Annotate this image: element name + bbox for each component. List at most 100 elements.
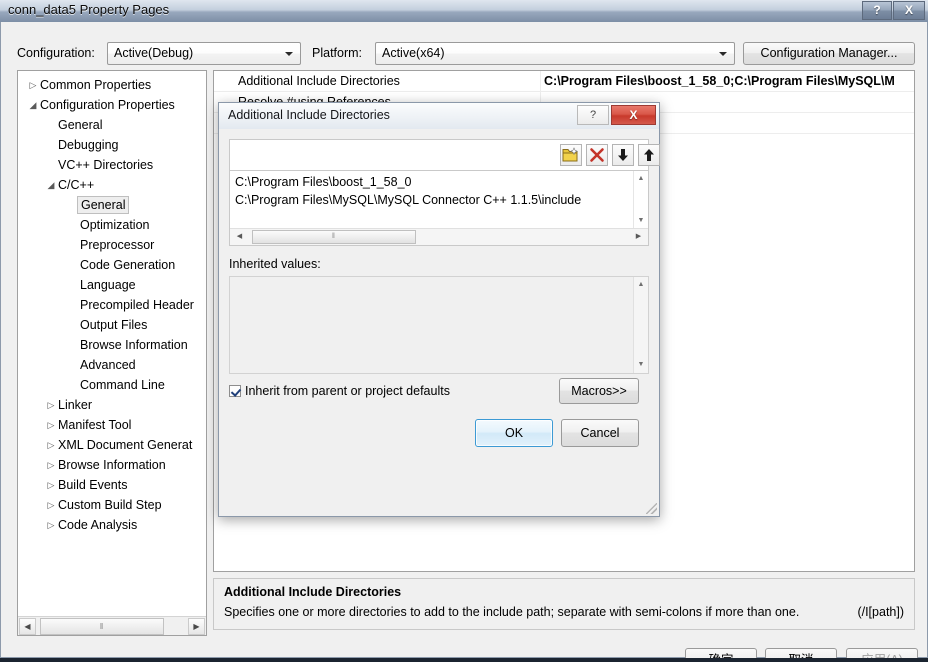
list-item[interactable]: C:\Program Files\boost_1_58_0 — [235, 175, 411, 189]
dialog-body: C:\Program Files\boost_1_58_0 C:\Program… — [219, 129, 660, 516]
scrollbar-thumb[interactable]: ‖ — [252, 230, 416, 244]
tree-item-language[interactable]: Language — [18, 275, 204, 295]
configuration-manager-button[interactable]: Configuration Manager... — [743, 42, 915, 65]
tree-item-label: Precompiled Header — [80, 298, 194, 312]
tree-item-linker[interactable]: ▷ Linker — [18, 395, 204, 415]
list-item[interactable]: C:\Program Files\MySQL\MySQL Connector C… — [235, 193, 581, 207]
grid-column-divider — [540, 71, 541, 92]
scroll-down-icon[interactable]: ▼ — [634, 214, 648, 228]
inherited-values-list: ▲ ▼ — [229, 276, 649, 374]
scroll-left-icon[interactable]: ◀ — [19, 618, 36, 635]
tree-item-manifest-tool[interactable]: ▷ Manifest Tool — [18, 415, 204, 435]
include-directories-list[interactable]: C:\Program Files\boost_1_58_0 C:\Program… — [229, 170, 649, 246]
tree-item-custom-build-step[interactable]: ▷ Custom Build Step — [18, 495, 204, 515]
window-titlebar: conn_data5 Property Pages ? X — [0, 0, 928, 22]
tree-item-output-files[interactable]: Output Files — [18, 315, 204, 335]
tree-item-general[interactable]: General — [18, 195, 204, 215]
help-icon[interactable]: ? — [862, 1, 892, 20]
tree-item-common-properties[interactable]: ▷ Common Properties — [18, 75, 204, 95]
list-horizontal-scrollbar[interactable]: ◀ ‖ ▶ — [230, 228, 648, 245]
macros-button[interactable]: Macros>> — [559, 378, 639, 404]
arrow-down-icon[interactable] — [612, 144, 634, 166]
tree-item-label: Command Line — [80, 378, 165, 392]
tree-item-label: Build Events — [58, 478, 128, 492]
scroll-down-icon[interactable]: ▼ — [634, 358, 648, 372]
tree-item-label: Debugging — [58, 138, 119, 152]
resize-grip[interactable] — [646, 503, 657, 514]
scroll-right-icon[interactable]: ▶ — [188, 618, 205, 635]
platform-value: Active(x64) — [382, 46, 445, 60]
platform-dropdown[interactable]: Active(x64) — [375, 42, 735, 65]
tree-item-label: Optimization — [80, 218, 150, 232]
new-folder-icon[interactable] — [560, 144, 582, 166]
scroll-up-icon[interactable]: ▲ — [634, 172, 648, 186]
tree-item-advanced[interactable]: Advanced — [18, 355, 204, 375]
description-title: Additional Include Directories — [224, 585, 402, 599]
tree-item-label: Configuration Properties — [40, 98, 175, 112]
dialog-help-icon[interactable]: ? — [577, 105, 609, 125]
grid-row-value[interactable]: C:\Program Files\boost_1_58_0;C:\Program… — [544, 74, 914, 88]
tree-item-configuration-properties[interactable]: ◢ Configuration Properties — [18, 95, 204, 115]
chevron-right-icon[interactable]: ▷ — [45, 395, 57, 415]
tree-item-debugging[interactable]: Debugging — [18, 135, 204, 155]
tree-item-precompiled-header[interactable]: Precompiled Header — [18, 295, 204, 315]
tree-item-build-events[interactable]: ▷ Build Events — [18, 475, 204, 495]
close-icon[interactable]: X — [893, 1, 925, 20]
inherited-values-label: Inherited values: — [229, 257, 321, 271]
tree-item-c-c[interactable]: ◢ C/C++ — [18, 175, 204, 195]
tree-item-code-generation[interactable]: Code Generation — [18, 255, 204, 275]
chevron-right-icon[interactable]: ▷ — [45, 495, 57, 515]
tree-item-label: Browse Information — [80, 338, 188, 352]
chevron-down-icon — [285, 52, 293, 56]
chevron-right-icon[interactable]: ▷ — [45, 415, 57, 435]
tree-item-label: Custom Build Step — [58, 498, 162, 512]
tree-item-vc-directories[interactable]: VC++ Directories — [18, 155, 204, 175]
chevron-down-icon[interactable]: ◢ — [27, 95, 39, 115]
chevron-right-icon[interactable]: ▷ — [27, 75, 39, 95]
tree-item-label: General — [77, 196, 130, 214]
tree-item-general[interactable]: General — [18, 115, 204, 135]
properties-tree-panel: ▷ Common Properties ◢ Configuration Propert… — [17, 70, 207, 636]
inherit-defaults-checkbox[interactable]: Inherit from parent or project defaults — [229, 384, 450, 398]
chevron-right-icon[interactable]: ▷ — [45, 515, 57, 535]
tree-item-label: Common Properties — [40, 78, 152, 92]
chevron-right-icon[interactable]: ▷ — [45, 435, 57, 455]
tree-item-xml-document-generat[interactable]: ▷ XML Document Generat — [18, 435, 204, 455]
tree-item-preprocessor[interactable]: Preprocessor — [18, 235, 204, 255]
dialog-toolbar — [229, 139, 660, 171]
tree-item-label: Advanced — [80, 358, 136, 372]
tree-item-label: General — [58, 118, 103, 132]
dialog-cancel-button[interactable]: Cancel — [561, 419, 639, 447]
desktop-taskbar — [0, 658, 928, 662]
configuration-dropdown[interactable]: Active(Debug) — [107, 42, 301, 65]
list-vertical-scrollbar[interactable]: ▲ ▼ — [633, 171, 648, 229]
delete-icon[interactable] — [586, 144, 608, 166]
tree-item-label: Manifest Tool — [58, 418, 132, 432]
tree-item-browse-information[interactable]: ▷ Browse Information — [18, 455, 204, 475]
scrollbar-thumb[interactable]: ‖ — [40, 618, 164, 635]
tree-item-code-analysis[interactable]: ▷ Code Analysis — [18, 515, 204, 535]
scroll-up-icon[interactable]: ▲ — [634, 278, 648, 292]
tree-item-label: Code Generation — [80, 258, 176, 272]
chevron-right-icon[interactable]: ▷ — [45, 455, 57, 475]
scroll-left-icon[interactable]: ◀ — [232, 230, 247, 244]
dialog-ok-button[interactable]: OK — [475, 419, 553, 447]
description-switch: (/I[path]) — [857, 605, 904, 619]
tree-item-command-line[interactable]: Command Line — [18, 375, 204, 395]
tree-horizontal-scrollbar[interactable]: ◀ ‖ ▶ — [18, 616, 206, 635]
scroll-right-icon[interactable]: ▶ — [631, 230, 646, 244]
properties-tree[interactable]: ▷ Common Properties ◢ Configuration Propert… — [18, 71, 206, 616]
dialog-close-icon[interactable]: X — [611, 105, 656, 125]
configuration-label: Configuration: — [17, 46, 95, 60]
tree-item-optimization[interactable]: Optimization — [18, 215, 204, 235]
tree-item-label: Language — [80, 278, 136, 292]
tree-item-browse-information[interactable]: Browse Information — [18, 335, 204, 355]
description-body: Specifies one or more directories to add… — [224, 605, 800, 619]
grid-row[interactable]: Additional Include Directories C:\Program… — [214, 71, 914, 92]
inherited-vertical-scrollbar[interactable]: ▲ ▼ — [633, 277, 648, 373]
chevron-down-icon[interactable]: ◢ — [45, 175, 57, 195]
dialog-titlebar: Additional Include Directories ? X — [219, 103, 659, 129]
checkbox-icon[interactable] — [229, 385, 241, 397]
chevron-right-icon[interactable]: ▷ — [45, 475, 57, 495]
arrow-up-icon[interactable] — [638, 144, 660, 166]
